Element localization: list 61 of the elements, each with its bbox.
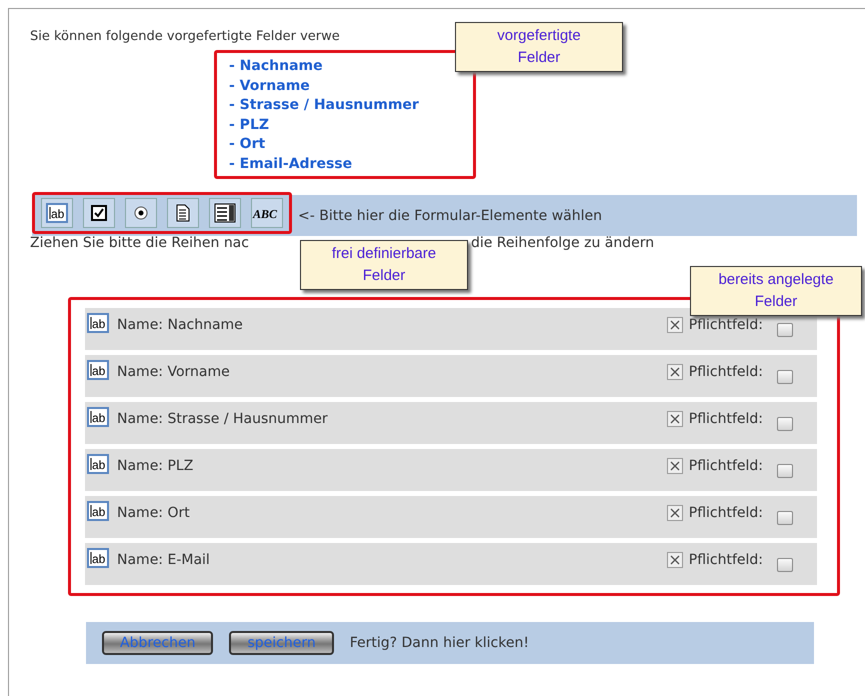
instruction-text: Ziehen Sie bitte die Reihen nac xyxy=(30,235,249,251)
text-field-icon: ab xyxy=(87,501,109,521)
required-label: Pflichtfeld: xyxy=(688,411,763,427)
field-row[interactable]: ab Name: Nachname Pflichtfeld: xyxy=(85,308,817,350)
delete-icon[interactable] xyxy=(666,411,683,427)
required-label: Pflichtfeld: xyxy=(688,458,763,474)
document-icon xyxy=(175,204,191,222)
field-row[interactable]: ab Name: Strasse / Hausnummer Pflichtfeld: xyxy=(85,402,817,444)
delete-icon[interactable] xyxy=(666,552,683,568)
predefined-field: - Strasse / Hausnummer xyxy=(229,96,461,116)
predefined-field: - Vorname xyxy=(229,76,461,96)
required-label: Pflichtfeld: xyxy=(688,364,763,380)
delete-icon[interactable] xyxy=(666,364,683,380)
required-label: Pflichtfeld: xyxy=(688,317,763,333)
required-checkbox[interactable] xyxy=(777,417,793,431)
callout-note: frei definierbare Felder xyxy=(300,240,468,290)
text-field-icon: ab xyxy=(87,360,109,380)
predefined-field: - PLZ xyxy=(229,116,461,135)
text-field-icon: ab xyxy=(87,407,109,427)
field-row[interactable]: ab Name: E-Mail Pflichtfeld: xyxy=(85,543,817,585)
field-name: Name: Vorname xyxy=(117,364,231,380)
callout-note: vorgefertigte Felder xyxy=(455,22,623,72)
tool-button[interactable]: ABC xyxy=(251,198,283,228)
list-box-icon xyxy=(214,202,236,222)
instruction-text: die Reihenfolge zu ändern xyxy=(470,235,654,251)
tool-button[interactable] xyxy=(83,198,115,228)
field-row[interactable]: ab Name: PLZ Pflichtfeld: xyxy=(85,449,817,491)
delete-icon[interactable] xyxy=(666,458,683,474)
field-name: Name: PLZ xyxy=(117,458,194,474)
text-field-icon: ab xyxy=(87,454,109,474)
predefined-field: - Ort xyxy=(229,135,461,154)
field-name: Name: E-Mail xyxy=(117,552,211,568)
tool-button[interactable] xyxy=(125,198,157,228)
required-checkbox[interactable] xyxy=(777,464,793,478)
field-row[interactable]: ab Name: Vorname Pflichtfeld: xyxy=(85,355,817,397)
delete-icon[interactable] xyxy=(666,505,683,521)
required-checkbox[interactable] xyxy=(777,511,793,525)
required-checkbox[interactable] xyxy=(777,370,793,384)
text-field-icon: ab xyxy=(87,313,109,333)
intro-text: Sie können folgende vorgefertigte Felder verwe xyxy=(30,29,340,44)
callout-note: bereits angelegte Felder xyxy=(690,266,862,316)
radio-button-icon xyxy=(133,204,149,220)
footer-hint: Fertig? Dann hier klicken! xyxy=(350,635,529,651)
toolbar-hint: <- Bitte hier die Formular-Elemente wählen xyxy=(298,208,602,224)
field-name: Name: Strasse / Hausnummer xyxy=(117,411,329,427)
tool-button[interactable] xyxy=(167,198,199,228)
field-name: Name: Ort xyxy=(117,505,191,521)
required-label: Pflichtfeld: xyxy=(688,552,763,568)
checkbox-icon xyxy=(91,204,107,220)
required-label: Pflichtfeld: xyxy=(688,505,763,521)
required-checkbox[interactable] xyxy=(777,558,793,572)
tool-button[interactable] xyxy=(209,198,241,228)
field-name: Name: Nachname xyxy=(117,317,244,333)
text-field-icon: ab xyxy=(46,202,68,222)
field-row[interactable]: ab Name: Ort Pflichtfeld: xyxy=(85,496,817,538)
delete-icon[interactable] xyxy=(666,317,683,333)
label-icon: ABC xyxy=(252,204,282,220)
text-field-icon: ab xyxy=(87,548,109,568)
required-checkbox[interactable] xyxy=(777,323,793,337)
predefined-field: - Email-Adresse xyxy=(229,154,461,174)
tool-button[interactable]: ab xyxy=(41,198,73,228)
